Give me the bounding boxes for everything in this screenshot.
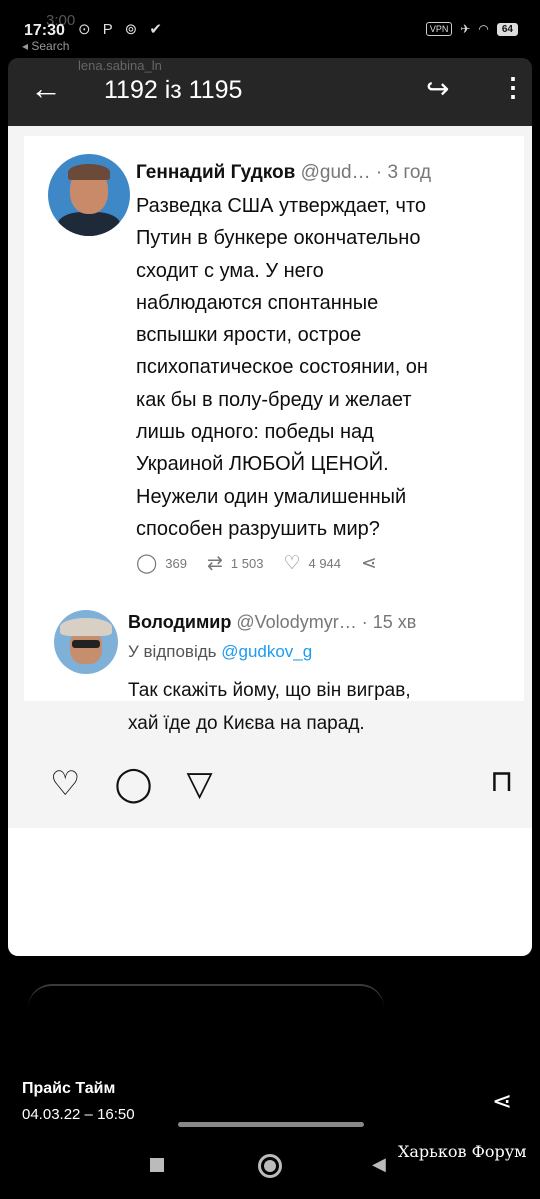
bookmark-icon[interactable]: ⊓ [490, 764, 513, 799]
sheet-edge [28, 984, 384, 1014]
like-count: ♡ 4 944 [283, 553, 342, 574]
watermark: Харьков Форум [398, 1142, 527, 1161]
reply-mention: @gudkov_g [221, 642, 313, 661]
back-button[interactable]: ◀ [372, 1154, 386, 1175]
status-bar: 3:00 17:30 ⊙ P ⊚ ✔ ◂ Search VPN ✈ ◠ 64 [0, 0, 540, 58]
caption-date: 04.03.22 – 16:50 [22, 1106, 135, 1123]
reply-header: Володимир @Volodymyr… · 15 хв [128, 612, 416, 633]
author-handle: @gud… [300, 162, 371, 183]
reply-time: · 15 хв [361, 612, 417, 632]
more-options-icon[interactable]: ⋮ [500, 72, 526, 103]
tweet-actions: ◯ 369 ⇄ 1 503 ♡ 4 944 ⋖ [136, 552, 377, 575]
gallery-header: lena.sabina_ln ← 1192 із 1195 ↪ ⋮ [8, 58, 532, 126]
share-icon[interactable]: ⋖ [492, 1087, 512, 1116]
share-icon[interactable]: ↪ [426, 72, 449, 105]
retweet-count: ⇄ 1 503 [206, 553, 264, 574]
caption-title: Прайс Тайм [22, 1080, 116, 1097]
send-icon[interactable]: ▽ [187, 764, 213, 804]
ghost-username: lena.sabina_ln [78, 58, 162, 73]
image-counter: 1192 із 1195 [104, 76, 243, 104]
share-tweet: ⋖ [361, 552, 377, 575]
heart-icon[interactable]: ♡ [50, 764, 80, 804]
reply-avatar [54, 610, 118, 674]
tweet-time: · 3 год [375, 162, 432, 183]
vpn-icon: VPN [425, 22, 453, 36]
share-nodes-icon: ⋖ [361, 553, 377, 574]
author-name: Геннадий Гудков [136, 162, 296, 183]
post-card: Геннадий Гудков @gud… · 3 год Разведка С… [8, 126, 532, 828]
retweet-icon: ⇄ [206, 553, 223, 574]
reply-tweet: Володимир @Volodymyr… · 15 хв У відповід… [24, 592, 524, 734]
tweet-text: Разведка США утверждает, что Путин в бун… [136, 195, 428, 540]
tweet-header: Геннадий Гудков @gud… · 3 год [136, 162, 431, 184]
notification-icons: ⊙ P ⊚ ✔ [78, 21, 166, 38]
heart-icon: ♡ [283, 553, 301, 574]
comment-icon[interactable]: ◯ [114, 764, 152, 804]
system-icons: VPN ✈ ◠ 64 [425, 22, 518, 36]
clock: 17:30 [24, 22, 65, 39]
comment-icon: ◯ [136, 553, 158, 574]
reply-author-handle: @Volodymyr… [236, 612, 357, 632]
progress-bar [178, 1122, 364, 1127]
card-footer [8, 828, 532, 956]
avatar [48, 154, 130, 236]
reply-author-name: Володимир [128, 612, 232, 632]
post-action-row: ♡ ◯ ▽ [50, 764, 213, 804]
reply-to-line: У відповідь @gudkov_g [128, 642, 313, 661]
back-arrow-icon[interactable]: ← [30, 70, 62, 107]
back-to-search-link[interactable]: ◂ Search [22, 39, 69, 53]
reply-count: ◯ 369 [136, 553, 187, 574]
reply-text: Так скажіть йому, що він виграв, хай їде… [128, 680, 411, 734]
recents-button[interactable] [150, 1158, 164, 1172]
home-button[interactable] [258, 1154, 282, 1178]
airplane-icon: ✈ [460, 22, 471, 36]
battery-icon: 64 [496, 22, 518, 36]
wifi-icon: ◠ [478, 22, 489, 36]
